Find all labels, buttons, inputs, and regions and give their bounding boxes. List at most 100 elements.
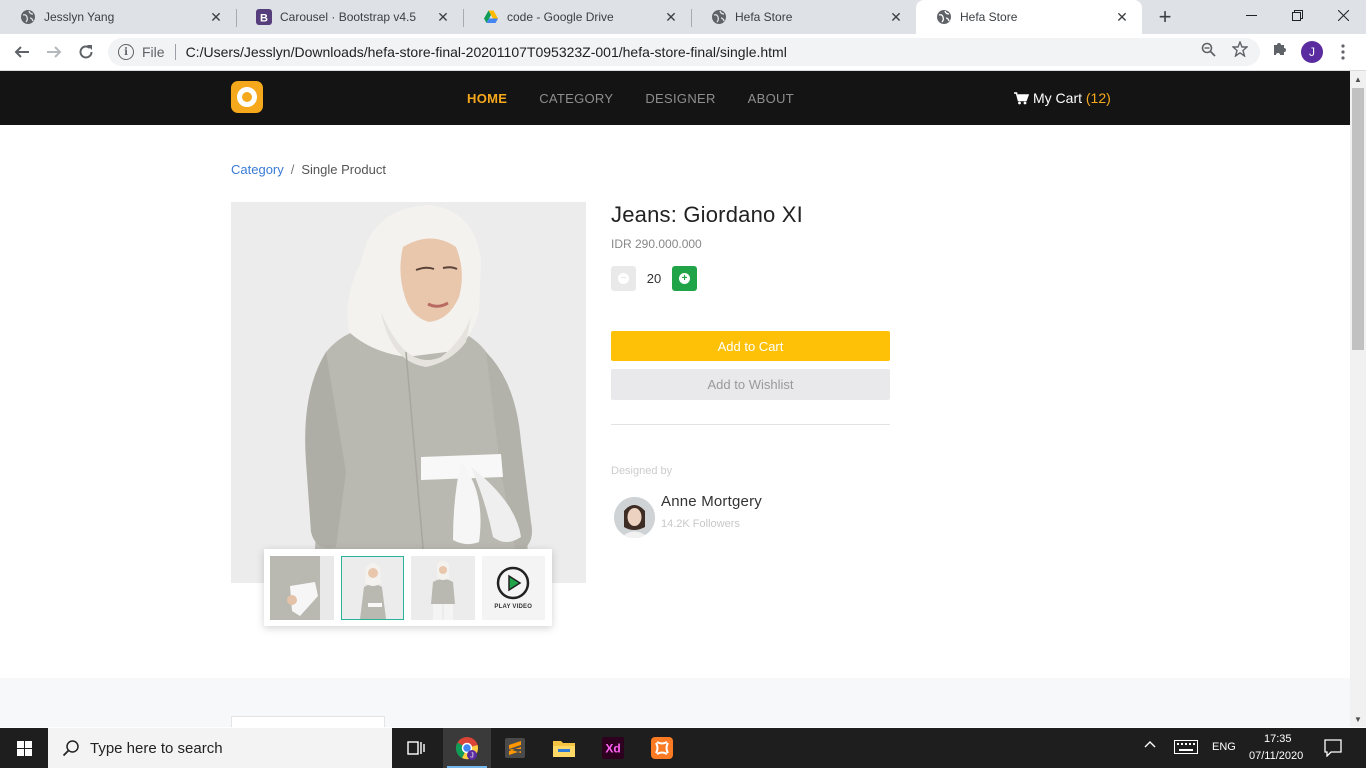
reload-button[interactable]	[72, 38, 100, 66]
browser-tab[interactable]: code - Google Drive ✕	[463, 0, 691, 34]
language-indicator[interactable]: ENG	[1212, 741, 1236, 753]
add-to-cart-button[interactable]: Add to Cart	[611, 331, 890, 361]
profile-avatar[interactable]: J	[1301, 41, 1323, 63]
play-icon	[497, 566, 530, 599]
file-explorer-icon	[553, 741, 575, 757]
search-icon	[62, 740, 79, 757]
logo-ring-icon	[237, 87, 257, 107]
scroll-up-arrow-icon[interactable]: ▲	[1350, 71, 1366, 87]
breadcrumb: Category / Single Product	[231, 162, 386, 177]
designer-followers: 14.2K Followers	[661, 518, 740, 530]
clock-date[interactable]: 07/11/2020	[1249, 750, 1303, 762]
quantity-value[interactable]: 20	[636, 271, 672, 286]
nav-links: HOME CATEGORY DESIGNER ABOUT	[467, 71, 826, 125]
globe-icon	[20, 9, 36, 25]
taskbar-search[interactable]: Type here to search	[48, 728, 392, 768]
bookmark-star-icon[interactable]	[1231, 40, 1249, 58]
search-placeholder: Type here to search	[90, 739, 223, 757]
adobe-xd-icon: Xd	[602, 737, 624, 759]
quantity-increase-button[interactable]: +	[672, 266, 697, 291]
thumbnail-image-selected[interactable]	[340, 555, 405, 620]
thumbnail-strip: PLAY VIDEO	[264, 549, 552, 626]
quantity-decrease-button[interactable]: −	[611, 266, 636, 291]
taskbar-xampp[interactable]	[638, 728, 686, 768]
tab-title: code - Google Drive	[507, 10, 614, 24]
extensions-puzzle-icon[interactable]	[1270, 38, 1290, 58]
browser-tab-active[interactable]: Hefa Store ✕	[916, 0, 1142, 34]
taskbar-sublime-text[interactable]	[491, 728, 539, 768]
svg-text:Xd: Xd	[605, 742, 620, 756]
scrollbar-thumb[interactable]	[1352, 88, 1364, 350]
nav-item-designer[interactable]: DESIGNER	[645, 91, 715, 106]
url-text[interactable]: C:/Users/Jesslyn/Downloads/hefa-store-fi…	[186, 44, 787, 60]
chevron-up-icon[interactable]	[1143, 738, 1157, 755]
browser-tab[interactable]: Hefa Store ✕	[691, 0, 916, 34]
page-scrollbar[interactable]: ▲ ▼	[1350, 71, 1366, 727]
taskbar-adobe-xd[interactable]: Xd	[589, 728, 637, 768]
bootstrap-icon: B	[256, 9, 272, 25]
site-navbar: HOME CATEGORY DESIGNER ABOUT My Cart (12…	[0, 71, 1350, 125]
nav-item-about[interactable]: ABOUT	[748, 91, 794, 106]
tab-title: Hefa Store	[960, 10, 1018, 24]
address-bar[interactable]: i File C:/Users/Jesslyn/Downloads/hefa-s…	[108, 38, 1260, 66]
zoom-icon[interactable]	[1199, 40, 1217, 58]
designer-name[interactable]: Anne Mortgery	[661, 493, 762, 510]
arrow-right-icon	[47, 46, 62, 58]
cart-link[interactable]: My Cart (12)	[1014, 71, 1111, 125]
minimize-button[interactable]	[1228, 0, 1274, 30]
breadcrumb-current: Single Product	[301, 162, 386, 177]
quantity-stepper: − 20 +	[611, 266, 697, 291]
cart-count: (12)	[1085, 90, 1111, 106]
page-viewport: HOME CATEGORY DESIGNER ABOUT My Cart (12…	[0, 71, 1350, 727]
nav-item-category[interactable]: CATEGORY	[539, 91, 613, 106]
thumbnail-image[interactable]	[411, 555, 475, 620]
designer-avatar[interactable]	[614, 497, 655, 538]
google-drive-icon	[483, 9, 499, 25]
close-icon[interactable]: ✕	[888, 9, 904, 25]
arrow-left-icon	[14, 46, 29, 58]
clock-time[interactable]: 17:35	[1264, 733, 1292, 745]
browser-menu-icon[interactable]	[1335, 40, 1351, 64]
reload-icon	[79, 45, 93, 59]
forward-button[interactable]	[40, 38, 68, 66]
divider	[174, 44, 176, 60]
add-to-wishlist-button[interactable]: Add to Wishlist	[611, 369, 890, 400]
site-logo[interactable]	[231, 81, 263, 113]
restore-button[interactable]	[1274, 0, 1320, 30]
keyboard-icon[interactable]	[1174, 740, 1198, 757]
close-icon[interactable]: ✕	[208, 9, 224, 25]
cart-label: My Cart	[1033, 90, 1082, 106]
browser-tab-strip: Jesslyn Yang ✕ B Carousel · Bootstrap v4…	[0, 0, 1366, 34]
section-card	[231, 716, 385, 727]
play-video-thumbnail[interactable]: PLAY VIDEO	[481, 555, 546, 620]
nav-item-home[interactable]: HOME	[467, 91, 507, 106]
new-tab-button[interactable]: +	[1152, 4, 1178, 30]
browser-tab[interactable]: Jesslyn Yang ✕	[0, 0, 236, 34]
info-icon[interactable]: i	[118, 44, 134, 60]
shopping-cart-icon	[1014, 91, 1029, 104]
breadcrumb-separator: /	[290, 162, 295, 177]
plus-circle-icon: +	[679, 273, 690, 284]
product-main-image[interactable]	[231, 202, 586, 583]
close-icon[interactable]: ✕	[663, 9, 679, 25]
close-window-button[interactable]	[1320, 0, 1366, 30]
svg-text:B: B	[260, 13, 268, 25]
task-view-icon	[407, 741, 425, 755]
breadcrumb-link-category[interactable]: Category	[231, 162, 284, 177]
start-button[interactable]	[0, 728, 48, 768]
next-section-background	[0, 678, 1350, 727]
scroll-down-arrow-icon[interactable]: ▼	[1350, 711, 1366, 727]
notification-icon[interactable]	[1324, 739, 1342, 760]
taskbar-chrome[interactable]: J	[443, 728, 491, 768]
chrome-icon: J	[455, 737, 478, 760]
task-view-button[interactable]	[392, 728, 440, 768]
minus-circle-icon: −	[618, 273, 629, 284]
thumbnail-image[interactable]	[270, 555, 334, 620]
divider	[611, 424, 890, 425]
taskbar-file-explorer[interactable]	[540, 728, 588, 768]
close-icon[interactable]: ✕	[1114, 9, 1130, 25]
product-price: IDR 290.000.000	[611, 237, 702, 251]
back-button[interactable]	[8, 38, 36, 66]
browser-tab[interactable]: B Carousel · Bootstrap v4.5 ✕	[236, 0, 463, 34]
close-icon[interactable]: ✕	[435, 9, 451, 25]
